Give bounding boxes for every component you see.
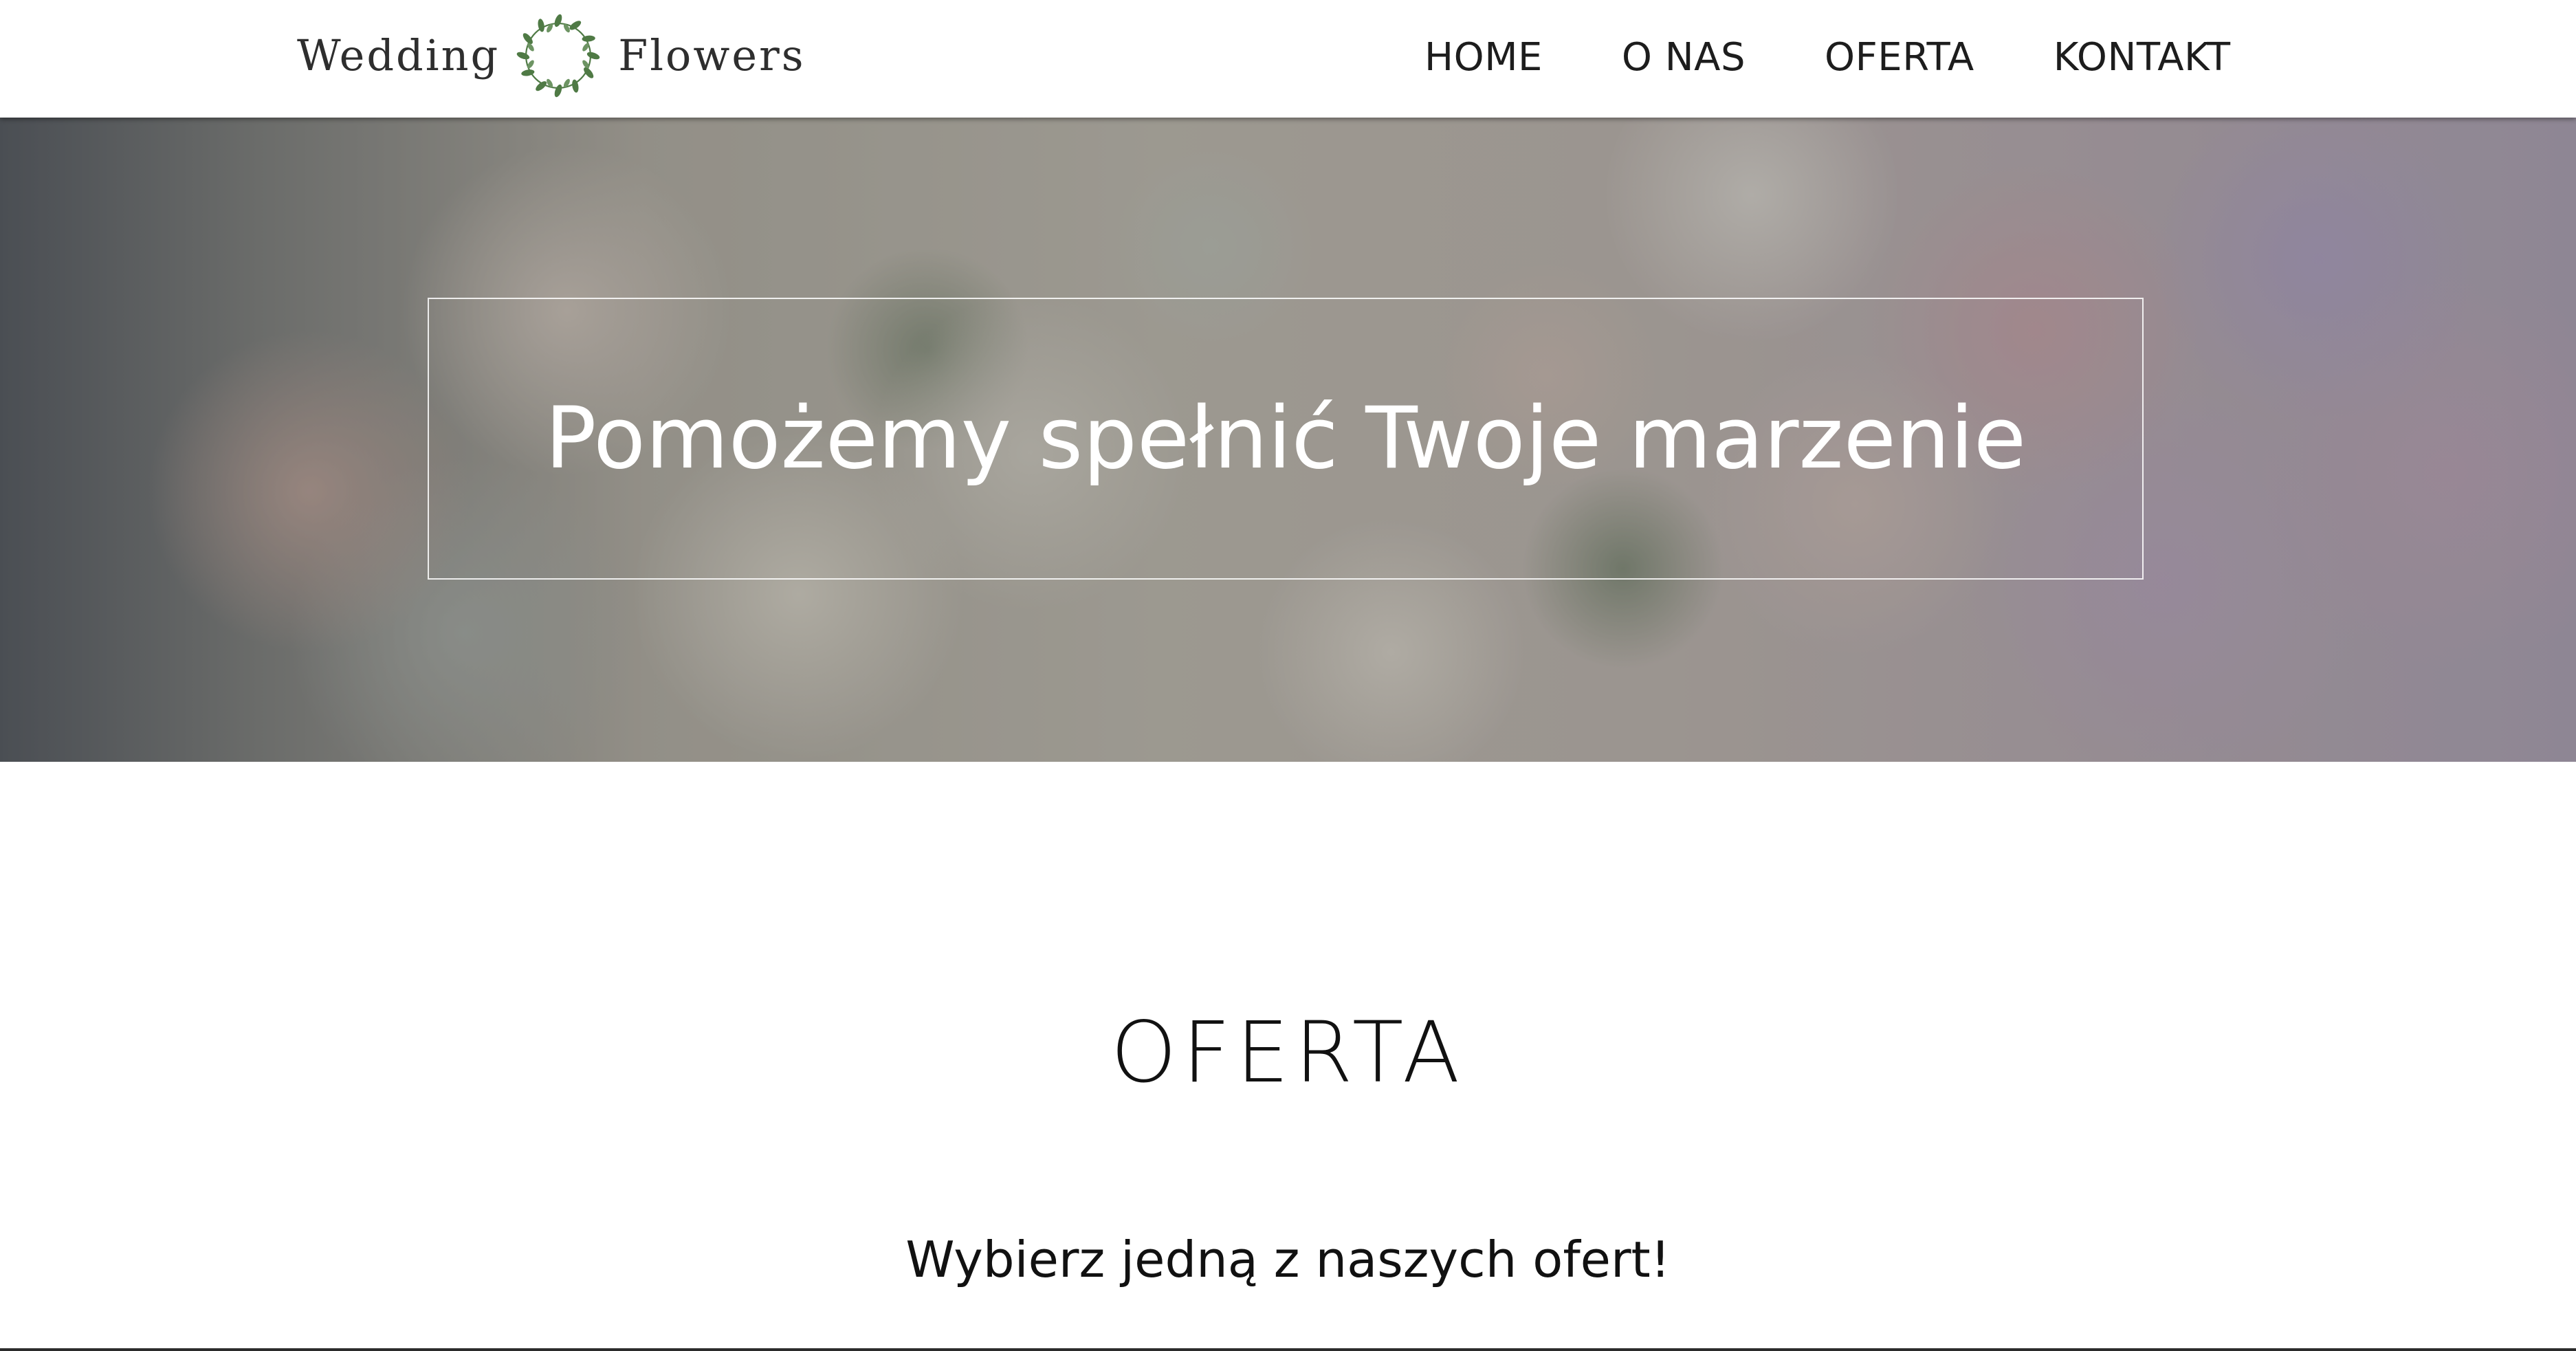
hero-title-frame: Pomożemy spełnić Twoje marzenie <box>428 298 2144 580</box>
hero-title: Pomożemy spełnić Twoje marzenie <box>544 389 2027 488</box>
nav-kontakt[interactable]: KONTAKT <box>2054 30 2231 85</box>
main-nav: HOME O NAS OFERTA KONTAKT <box>1424 30 2231 85</box>
logo-link[interactable]: Wedding Flowers <box>297 6 806 105</box>
nav-home[interactable]: HOME <box>1424 30 1543 85</box>
nav-o-nas[interactable]: O NAS <box>1622 30 1746 85</box>
wreath-icon <box>516 14 600 97</box>
logo-word-wedding: Wedding <box>297 30 500 80</box>
logo-word-flowers: Flowers <box>618 30 806 80</box>
nav-oferta[interactable]: OFERTA <box>1825 30 1974 85</box>
offer-section-subtitle: Wybierz jedną z naszych ofert! <box>905 1231 1671 1288</box>
site-header: Wedding Flowers HOME O NAS OFERTA KONTAK… <box>0 0 2576 118</box>
offer-section-title: OFERTA <box>1110 1004 1466 1101</box>
hero-banner: Pomożemy spełnić Twoje marzenie <box>0 118 2576 762</box>
section-divider <box>0 1348 2576 1351</box>
